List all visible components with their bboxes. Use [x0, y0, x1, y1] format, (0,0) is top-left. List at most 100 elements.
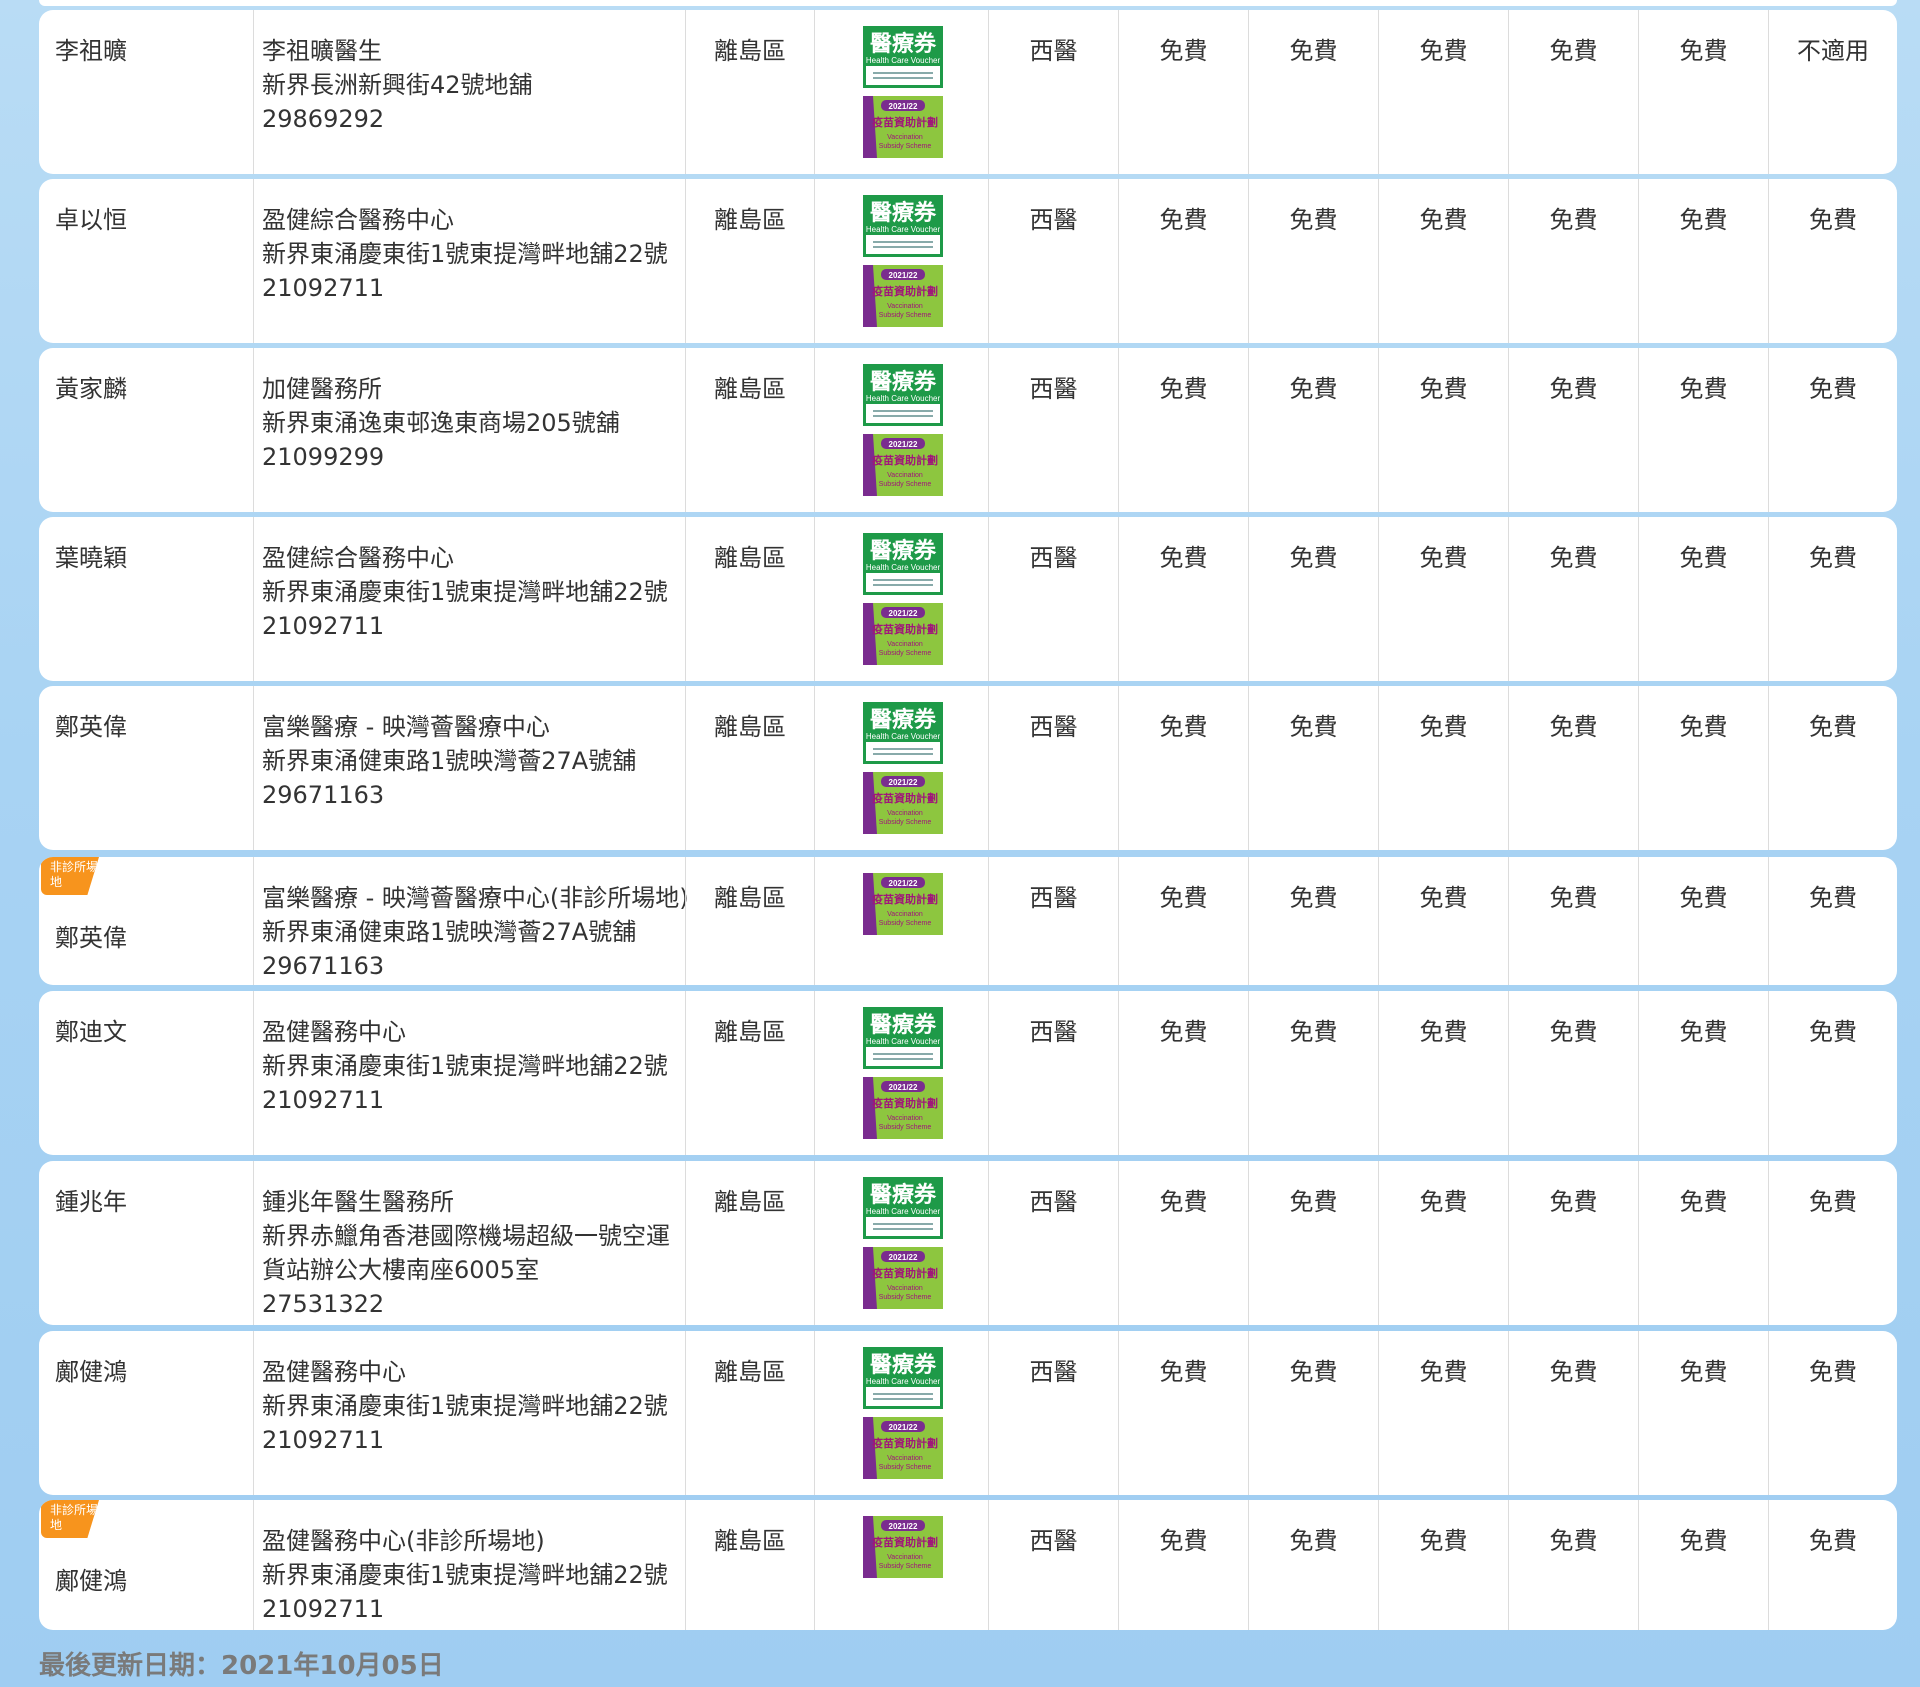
fee-cell: 免費 [1768, 517, 1897, 681]
fee-value: 免費 [1159, 206, 1208, 234]
district-name: 離島區 [714, 37, 786, 65]
fee-value: 免費 [1809, 1527, 1857, 1555]
vaccination-subsidy-scheme-logo: 2021/22 疫苗資助計劃 Vaccination Subsidy Scheme [863, 1247, 943, 1309]
table-row[interactable]: 卓以恒 盈健綜合醫務中心 新界東涌慶東街1號東提灣畔地舖22號 21092711 離島區… [39, 179, 1897, 343]
table-row[interactable]: 非診所場地 鄺健鴻 盈健醫務中心(非診所場地) 新界東涌慶東街1號東提灣畔地舖22號 2… [39, 1500, 1897, 1630]
vaccine-badge-title: 疫苗資助計劃 [872, 1266, 938, 1280]
vaccine-badge-graphic: 2021/22 疫苗資助計劃 Vaccination Subsidy Scheme [863, 603, 943, 665]
clinic-name: 盈健綜合醫務中心 [262, 206, 454, 234]
voucher-badge-graphic: 醫療券Health Care Voucher [863, 1177, 943, 1239]
fee-value: 免費 [1289, 1188, 1338, 1216]
fee-value: 免費 [1679, 884, 1728, 912]
vaccine-badge-subtitle: Vaccination [887, 1455, 923, 1462]
fee-cell: 西醫 [988, 179, 1118, 343]
table-row[interactable]: 李祖曠 李祖曠醫生 新界長洲新興街42號地舖 29869292 離島區 醫療券 Health… [39, 10, 1897, 174]
schemes-cell: 醫療券 Health Care Voucher 2021/22 疫苗資助計劃 Vacci… [814, 991, 988, 1155]
table-row[interactable]: 葉曉穎 盈健綜合醫務中心 新界東涌慶東街1號東提灣畔地舖22號 21092711 離島區… [39, 517, 1897, 681]
vaccination-subsidy-scheme-logo: 2021/22 疫苗資助計劃 Vaccination Subsidy Scheme [863, 265, 943, 327]
vaccine-badge-subtitle: Vaccination [887, 810, 923, 817]
fee-cell: 免費 [1118, 348, 1248, 512]
fee-value: 免費 [1419, 1358, 1468, 1386]
vaccine-badge-graphic: 2021/22 疫苗資助計劃 Vaccination Subsidy Scheme [863, 1077, 943, 1139]
fee-cell: 免費 [1378, 348, 1508, 512]
health-care-voucher-logo: 醫療券 Health Care Voucher [863, 26, 943, 88]
district-name: 離島區 [714, 1527, 786, 1555]
table-row[interactable]: 鄭迪文 盈健醫務中心 新界東涌慶東街1號東提灣畔地舖22號 21092711 離島區 醫療… [39, 991, 1897, 1155]
voucher-badge-fineprint [873, 748, 933, 750]
fee-cell: 免費 [1768, 1331, 1897, 1495]
table-row[interactable]: 黃家麟 加健醫務所 新界東涌逸東邨逸東商場205號舖 21099299 離島區 醫療券 He… [39, 348, 1897, 512]
vaccine-badge-title: 疫苗資助計劃 [872, 892, 938, 906]
voucher-badge-subtitle: Health Care Voucher [866, 56, 941, 65]
fee-cell: 免費 [1378, 1331, 1508, 1495]
table-row[interactable]: 鄭英偉 富樂醫療 - 映灣薈醫療中心 新界東涌健東路1號映灣薈27A號舖 296711… [39, 686, 1897, 850]
vaccine-badge-subtitle: Vaccination [887, 134, 923, 141]
voucher-badge-subtitle: Health Care Voucher [866, 225, 941, 234]
vaccination-subsidy-scheme-logo: 2021/22 疫苗資助計劃 Vaccination Subsidy Scheme [863, 1417, 943, 1479]
voucher-badge-panel [866, 1217, 940, 1236]
clinic-info-cell: 盈健醫務中心 新界東涌慶東街1號東提灣畔地舖22號 21092711 [253, 1331, 685, 1495]
fee-value: 免費 [1289, 1018, 1338, 1046]
clinic-name: 鍾兆年醫生醫務所 [262, 1188, 454, 1216]
clinic-address: 新界東涌逸東邨逸東商場205號舖 [262, 409, 620, 437]
clinic-info-cell: 盈健醫務中心(非診所場地) 新界東涌慶東街1號東提灣畔地舖22號 21092711 [253, 1500, 685, 1630]
doctor-name-cell: 卓以恒 [39, 179, 253, 343]
fee-cell: 免費 [1508, 686, 1638, 850]
vaccine-badge-subtitle: Vaccination [887, 1115, 923, 1122]
voucher-badge-fineprint [873, 1053, 933, 1055]
district-name: 離島區 [714, 375, 786, 403]
fee-value: 免費 [1679, 1188, 1728, 1216]
health-care-voucher-logo: 醫療券 Health Care Voucher [863, 1347, 943, 1409]
district-cell: 離島區 [685, 179, 814, 343]
vaccine-badge-subtitle: Vaccination [887, 472, 923, 479]
table-row[interactable]: 非診所場地 鄭英偉 富樂醫療 - 映灣薈醫療中心(非診所場地) 新界東涌健東路1號映灣… [39, 857, 1897, 985]
voucher-badge-subtitle: Health Care Voucher [866, 394, 941, 403]
doctor-name-cell: 李祖曠 [39, 10, 253, 174]
vaccine-badge-year: 2021/22 [889, 1522, 918, 1531]
vaccine-badge-graphic: 2021/22 疫苗資助計劃 Vaccination Subsidy Scheme [863, 265, 943, 327]
district-cell: 離島區 [685, 1161, 814, 1325]
health-care-voucher-logo: 醫療券 Health Care Voucher [863, 1007, 943, 1069]
clinic-name: 盈健醫務中心(非診所場地) [262, 1527, 545, 1555]
fee-cell: 西醫 [988, 517, 1118, 681]
doctor-name-cell: 黃家麟 [39, 348, 253, 512]
fee-value: 免費 [1809, 884, 1857, 912]
vaccine-badge-year: 2021/22 [889, 778, 918, 787]
fee-value: 免費 [1289, 713, 1338, 741]
vaccine-badge-title: 疫苗資助計劃 [872, 791, 938, 805]
voucher-badge-fineprint [873, 241, 933, 243]
fee-value: 免費 [1419, 37, 1468, 65]
fee-value: 免費 [1289, 884, 1338, 912]
health-care-voucher-logo: 醫療券 Health Care Voucher [863, 1177, 943, 1239]
table-row[interactable]: 鄺健鴻 盈健醫務中心 新界東涌慶東街1號東提灣畔地舖22號 21092711 離島區 醫療… [39, 1331, 1897, 1495]
clinic-name: 盈健綜合醫務中心 [262, 544, 454, 572]
vaccine-badge-title: 疫苗資助計劃 [872, 1096, 938, 1110]
district-cell: 離島區 [685, 1331, 814, 1495]
fee-cell: 免費 [1248, 686, 1378, 850]
fee-value: 不適用 [1797, 37, 1869, 65]
doctor-name-cell: 葉曉穎 [39, 517, 253, 681]
fee-value: 免費 [1159, 1018, 1208, 1046]
clinic-phone: 29671163 [262, 781, 385, 809]
vaccine-badge-subtitle: Subsidy Scheme [879, 1124, 932, 1131]
district-name: 離島區 [714, 1358, 786, 1386]
vaccine-badge-subtitle: Vaccination [887, 1554, 923, 1561]
fee-cell: 免費 [1118, 857, 1248, 985]
table-row[interactable]: 鍾兆年 鍾兆年醫生醫務所 新界赤鱲角香港國際機場超級一號空運 貨站辦公大樓南座6005… [39, 1161, 1897, 1325]
fee-cell: 免費 [1508, 1161, 1638, 1325]
fee-cell: 免費 [1768, 857, 1897, 985]
fee-value: 免費 [1809, 1188, 1857, 1216]
vaccine-badge-subtitle: Subsidy Scheme [879, 143, 932, 150]
voucher-badge-fineprint [873, 1228, 933, 1230]
health-care-voucher-logo: 醫療券 Health Care Voucher [863, 364, 943, 426]
clinic-address: 新界長洲新興街42號地舖 [262, 71, 533, 99]
vaccine-badge-graphic: 2021/22 疫苗資助計劃 Vaccination Subsidy Scheme [863, 873, 943, 935]
vaccination-subsidy-scheme-logo: 2021/22 疫苗資助計劃 Vaccination Subsidy Scheme [863, 1516, 943, 1578]
fee-cell: 免費 [1378, 857, 1508, 985]
fee-value: 免費 [1289, 206, 1338, 234]
vaccine-badge-subtitle: Subsidy Scheme [879, 920, 932, 927]
fee-value: 免費 [1419, 375, 1468, 403]
clinic-address: 新界東涌健東路1號映灣薈27A號舖 [262, 747, 637, 775]
fee-cell: 免費 [1248, 348, 1378, 512]
fee-value: 免費 [1809, 544, 1857, 572]
